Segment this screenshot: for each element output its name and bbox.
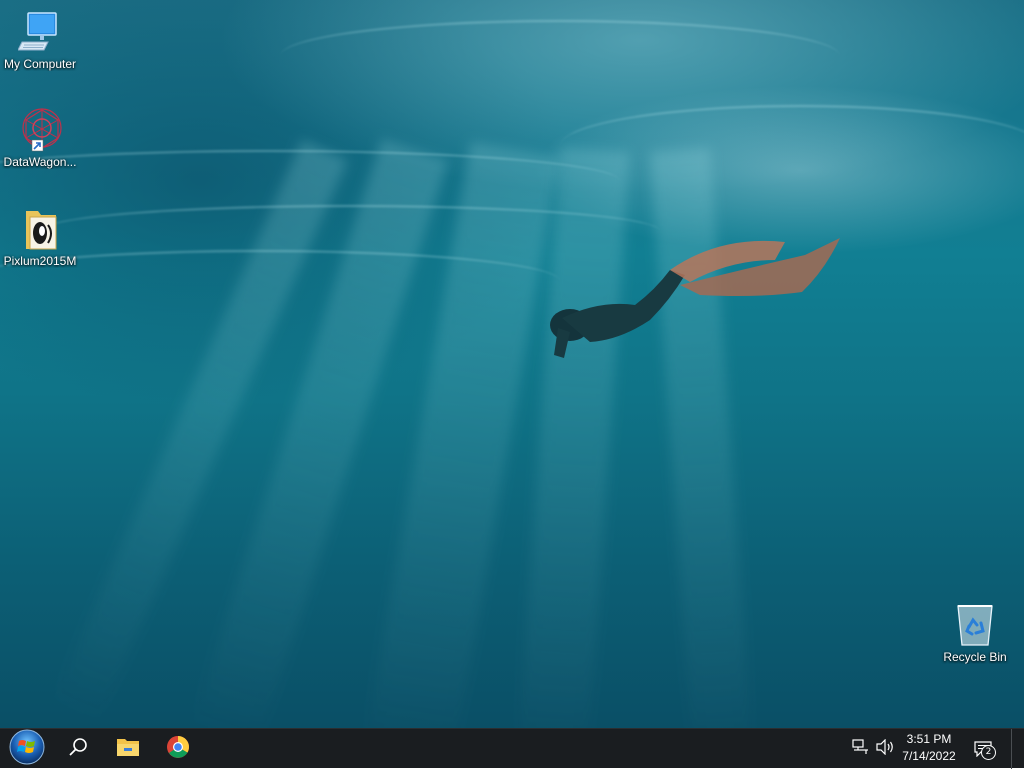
datawagon-shortcut-icon — [18, 108, 62, 152]
file-explorer-icon — [116, 736, 140, 763]
start-button[interactable] — [3, 729, 51, 769]
desktop-icon-pixlum2015m[interactable]: Pixlum2015M — [0, 207, 80, 268]
network-icon — [852, 738, 870, 760]
taskbar-chrome[interactable] — [154, 729, 202, 769]
desktop-icon-my-computer[interactable]: My Computer — [0, 10, 80, 71]
computer-icon — [17, 10, 62, 54]
windows-start-orb-icon — [9, 729, 45, 770]
recycle-bin-icon — [953, 603, 997, 647]
desktop-icon-label: Recycle Bin — [943, 650, 1007, 664]
search-icon — [68, 737, 88, 762]
desktop-icon-label: Pixlum2015M — [3, 254, 77, 268]
tray-network[interactable] — [850, 729, 872, 769]
action-center-icon: 2 — [974, 741, 996, 760]
taskbar-file-explorer[interactable] — [104, 729, 152, 769]
taskbar: 3:51 PM 7/14/2022 2 — [0, 728, 1024, 769]
clock-time: 3:51 PM — [906, 732, 952, 746]
desktop-icon-label: My Computer — [3, 57, 77, 71]
pixlum-folder-icon — [18, 207, 62, 251]
desktop-icon-label: DataWagon... — [3, 155, 77, 169]
surface-ripple — [280, 20, 840, 92]
desktop-wallpaper: My Computer DataWagon... Pixlum2015M Rec… — [0, 0, 1024, 728]
desktop-icon-datawagon[interactable]: DataWagon... — [0, 108, 80, 169]
search-button[interactable] — [54, 729, 102, 769]
surface-ripple — [560, 105, 1024, 187]
action-center-button[interactable]: 2 — [970, 729, 996, 769]
tray-volume[interactable] — [874, 729, 896, 769]
clock-date: 7/14/2022 — [902, 749, 956, 763]
show-desktop-button[interactable] — [1011, 729, 1024, 769]
taskbar-clock[interactable]: 3:51 PM 7/14/2022 — [896, 731, 962, 767]
notification-count-badge: 2 — [981, 745, 996, 760]
chrome-icon — [166, 735, 190, 764]
desktop-icon-recycle-bin[interactable]: Recycle Bin — [935, 603, 1015, 664]
volume-icon — [875, 738, 895, 760]
freediver-figure — [550, 238, 840, 358]
